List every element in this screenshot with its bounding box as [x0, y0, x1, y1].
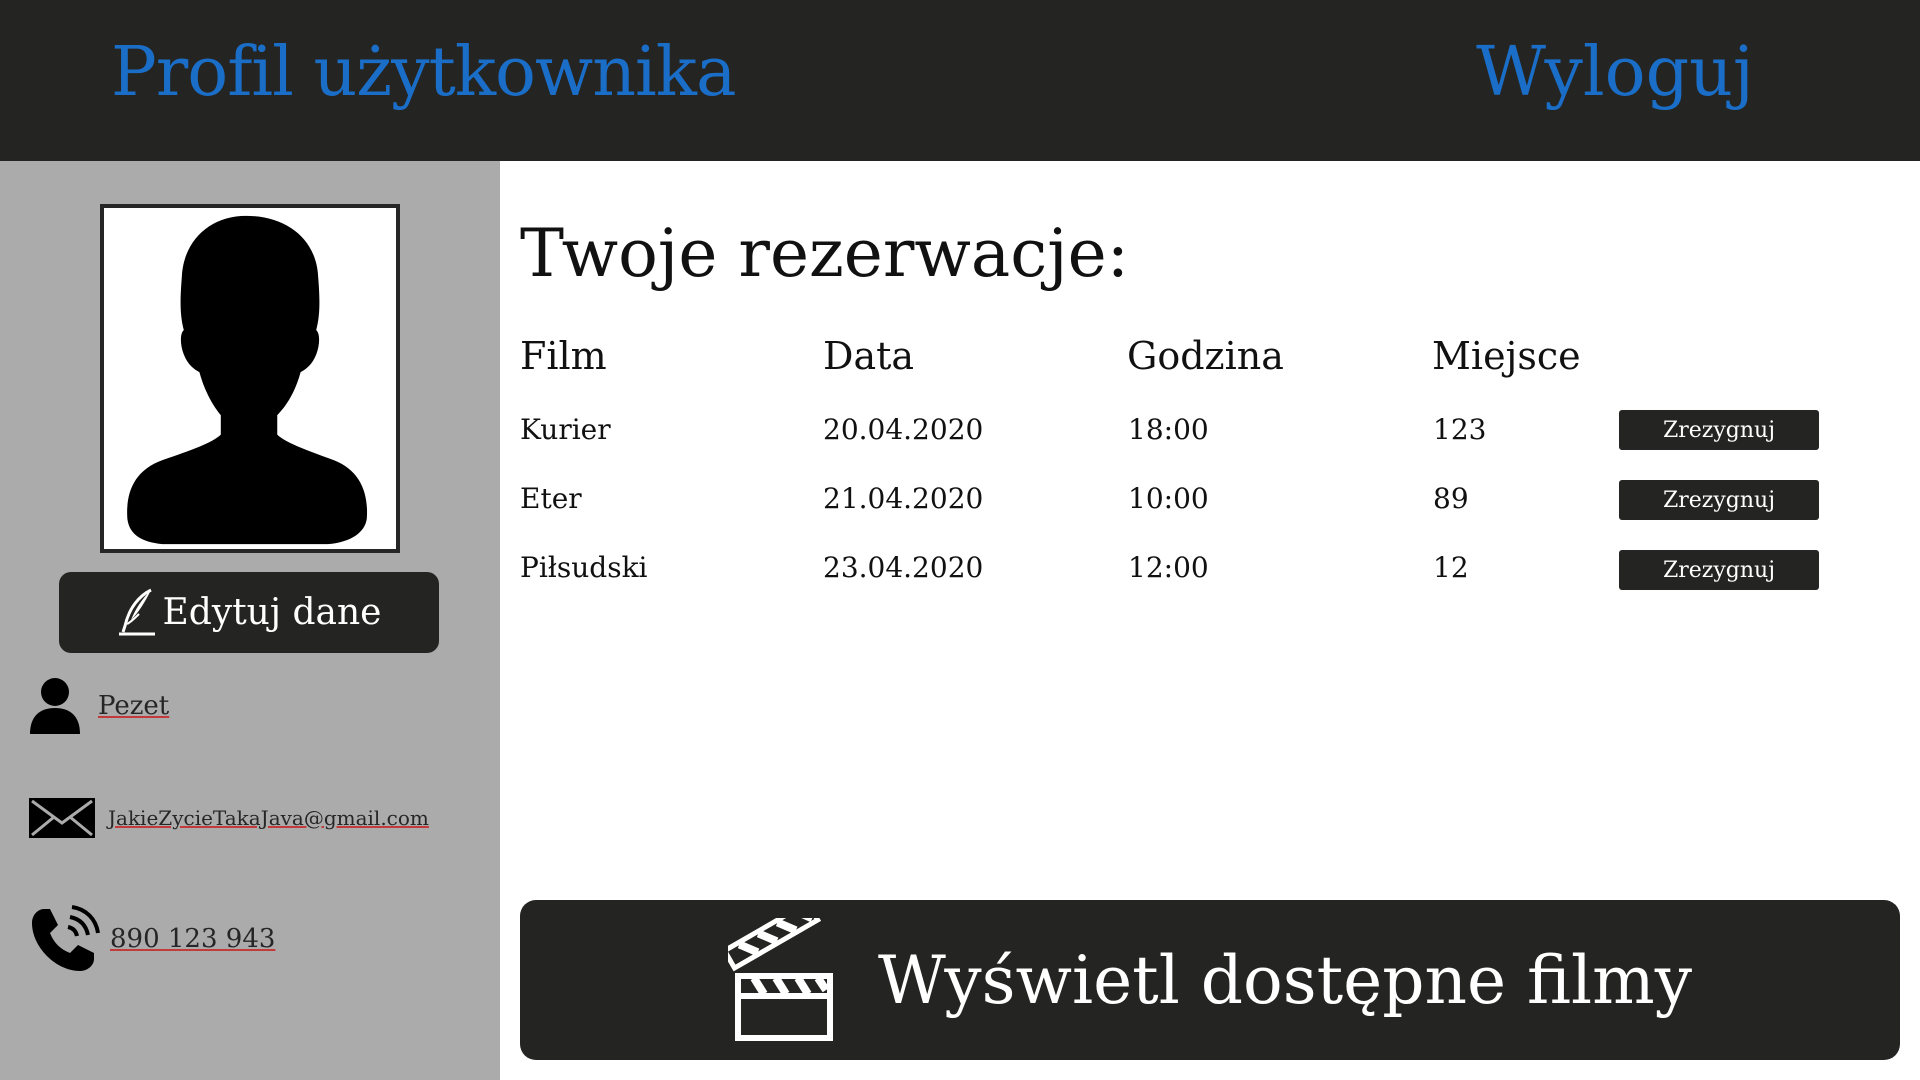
cell-time: 18:00 — [1128, 413, 1209, 446]
top-header: Profil użytkownika Wyloguj — [0, 0, 1920, 161]
cell-date: 20.04.2020 — [823, 413, 984, 446]
email-link[interactable]: JakieZycieTakaJava@gmail.com — [108, 806, 429, 830]
edit-profile-button[interactable]: Edytuj dane — [59, 572, 439, 653]
cell-film: Kurier — [520, 413, 611, 446]
cell-seat: 123 — [1433, 413, 1487, 446]
column-header-seat: Miejsce — [1432, 334, 1581, 378]
show-films-label: Wyświetl dostępne filmy — [877, 941, 1693, 1019]
quill-icon — [118, 588, 155, 635]
envelope-icon — [29, 798, 95, 838]
avatar — [100, 204, 400, 553]
edit-profile-label: Edytuj dane — [162, 592, 382, 633]
cell-date: 23.04.2020 — [823, 551, 984, 584]
cancel-reservation-button[interactable]: Zrezygnuj — [1619, 480, 1819, 520]
cancel-reservation-button[interactable]: Zrezygnuj — [1619, 410, 1819, 450]
phone-link[interactable]: 890 123 943 — [110, 924, 275, 954]
clapperboard-icon — [727, 918, 833, 1041]
column-header-film: Film — [520, 334, 607, 378]
logout-link[interactable]: Wyloguj — [1476, 28, 1754, 118]
phone-icon — [32, 905, 100, 971]
username-row: Pezet — [28, 676, 169, 736]
cell-date: 21.04.2020 — [823, 482, 984, 515]
show-films-button[interactable]: Wyświetl dostępne filmy — [520, 900, 1900, 1060]
profile-sidebar: Edytuj dane Pezet JakieZycieTakaJava@gma… — [0, 161, 500, 1080]
column-header-date: Data — [823, 334, 915, 378]
user-icon — [30, 678, 80, 734]
phone-row: 890 123 943 — [28, 903, 275, 975]
cell-time: 12:00 — [1128, 551, 1209, 584]
email-row: JakieZycieTakaJava@gmail.com — [28, 797, 429, 839]
reservations-heading: Twoje rezerwacje: — [520, 215, 1129, 292]
person-silhouette-icon — [127, 215, 368, 545]
cell-seat: 12 — [1433, 551, 1469, 584]
cell-seat: 89 — [1433, 482, 1469, 515]
username-link[interactable]: Pezet — [98, 691, 169, 721]
cell-film: Eter — [520, 482, 582, 515]
cell-film: Piłsudski — [520, 551, 648, 584]
cancel-reservation-button[interactable]: Zrezygnuj — [1619, 550, 1819, 590]
page-title: Profil użytkownika — [111, 33, 736, 112]
cell-time: 10:00 — [1128, 482, 1209, 515]
column-header-time: Godzina — [1127, 334, 1284, 378]
